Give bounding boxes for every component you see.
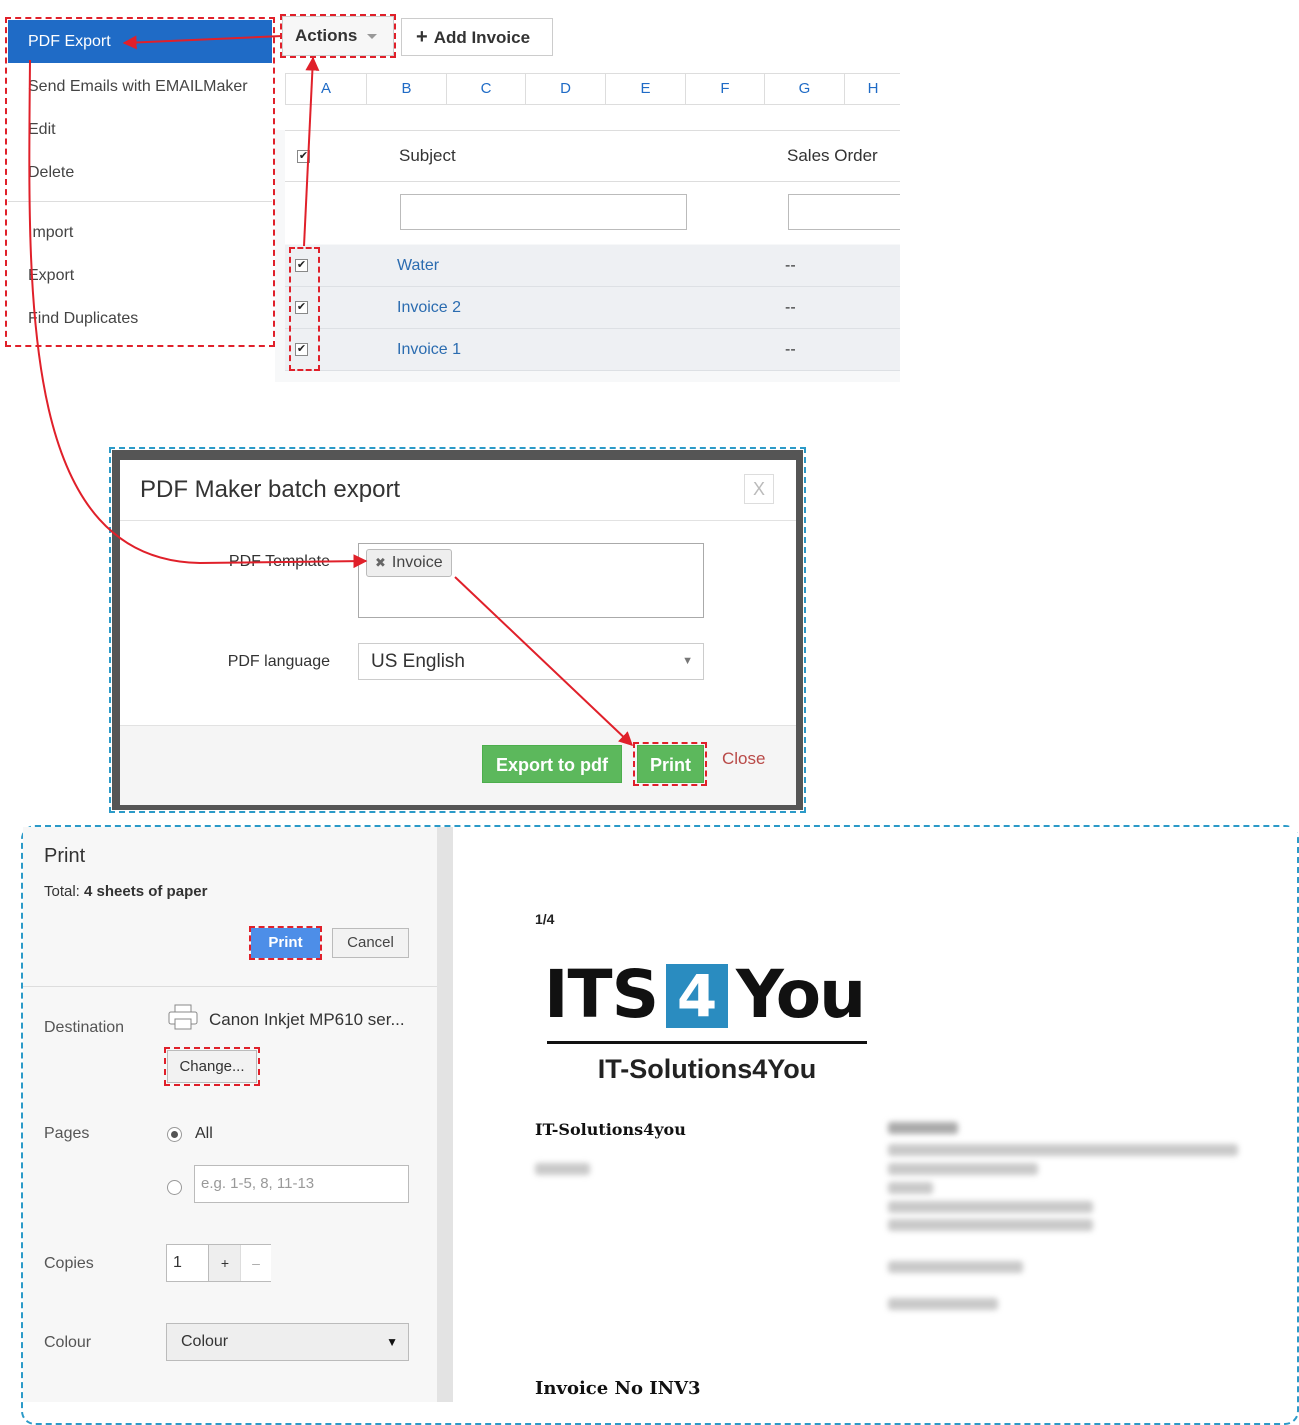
column-letter-e[interactable]: E xyxy=(606,74,686,104)
add-invoice-button[interactable]: + Add Invoice xyxy=(401,18,553,56)
pdf-language-label: PDF language xyxy=(227,653,330,670)
its4you-logo: ITS 4 You xyxy=(544,956,874,1036)
table-row[interactable]: ✔ Invoice 2 -- xyxy=(285,287,900,329)
pdf-language-select[interactable]: US English ▼ xyxy=(358,643,704,680)
copies-value[interactable]: 1 xyxy=(173,1254,182,1272)
remove-tag-icon[interactable]: ✖ xyxy=(375,555,386,570)
plus-icon: + xyxy=(416,26,428,48)
blurred-text xyxy=(888,1201,1093,1213)
copies-increment-button[interactable]: + xyxy=(208,1245,241,1281)
destination-label: Destination xyxy=(44,1019,125,1036)
row-subject-link[interactable]: Invoice 2 xyxy=(397,299,461,317)
printer-icon xyxy=(167,1003,199,1036)
logo-four: 4 xyxy=(666,964,728,1028)
add-invoice-label: Add Invoice xyxy=(433,28,531,47)
column-letter-d[interactable]: D xyxy=(526,74,606,104)
row-subject-link[interactable]: Water xyxy=(397,257,439,275)
pdf-language-value: US English xyxy=(371,651,465,672)
panel-divider[interactable] xyxy=(437,827,453,1402)
blurred-text xyxy=(888,1261,1023,1273)
column-letter-g[interactable]: G xyxy=(765,74,845,104)
pages-label: Pages xyxy=(44,1125,90,1142)
modal-close-link[interactable]: Close xyxy=(722,749,765,769)
blurred-text xyxy=(888,1163,1038,1175)
row-sales-order: -- xyxy=(785,257,796,274)
colour-label: Colour xyxy=(44,1334,92,1351)
subject-filter-input[interactable] xyxy=(400,194,687,230)
blurred-text xyxy=(888,1219,1093,1231)
invoice-title: Invoice No INV3 xyxy=(535,1378,701,1399)
column-letters-bar: A B C D E F G H xyxy=(285,73,900,105)
row-sales-order: -- xyxy=(785,299,796,316)
print-settings-panel xyxy=(23,827,437,1402)
row-sales-order: -- xyxy=(785,341,796,358)
template-tag-label: Invoice xyxy=(391,554,443,571)
export-to-pdf-button[interactable]: Export to pdf xyxy=(482,745,622,783)
logo-subtitle: IT-Solutions4You xyxy=(597,1054,817,1084)
column-letter-h[interactable]: H xyxy=(845,74,901,104)
print-highlight-box xyxy=(633,742,707,786)
column-letter-a[interactable]: A xyxy=(286,74,367,104)
copies-decrement-button[interactable]: – xyxy=(240,1245,271,1281)
blurred-text xyxy=(888,1182,933,1194)
pages-all-radio[interactable] xyxy=(167,1127,182,1142)
row-subject-link[interactable]: Invoice 1 xyxy=(397,341,461,359)
page-counter: 1/4 xyxy=(535,911,555,927)
menu-highlight-box xyxy=(5,17,275,347)
pages-custom-radio[interactable] xyxy=(167,1180,182,1195)
caret-down-icon: ▼ xyxy=(386,1335,398,1349)
checkbox-highlight-box xyxy=(289,247,320,371)
logo-underline xyxy=(547,1041,867,1044)
colour-select[interactable]: Colour ▼ xyxy=(166,1323,409,1361)
select-all-checkbox[interactable]: ✔ xyxy=(297,150,310,163)
sales-order-filter-input[interactable] xyxy=(788,194,900,230)
total-label: Total: xyxy=(44,883,80,900)
print-title: Print xyxy=(44,845,86,867)
colour-value: Colour xyxy=(181,1333,229,1350)
logo-you: You xyxy=(736,956,866,1033)
grid-header-row: ✔ Subject Sales Order xyxy=(285,130,900,182)
close-icon[interactable]: X xyxy=(744,474,774,504)
column-letter-c[interactable]: C xyxy=(447,74,526,104)
column-letter-b[interactable]: B xyxy=(367,74,447,104)
print-button-highlight xyxy=(249,926,322,960)
cancel-button[interactable]: Cancel xyxy=(332,928,409,958)
copies-label: Copies xyxy=(44,1255,94,1272)
change-highlight-box xyxy=(164,1047,260,1086)
modal-header-divider xyxy=(120,520,796,521)
grid-filter-row xyxy=(285,182,900,244)
header-sales-order[interactable]: Sales Order xyxy=(787,146,878,166)
logo-its: ITS xyxy=(544,956,659,1033)
blurred-text xyxy=(535,1163,590,1175)
blurred-text xyxy=(888,1122,958,1134)
print-settings-divider xyxy=(23,986,437,987)
blurred-text xyxy=(888,1144,1238,1156)
template-tag[interactable]: ✖ Invoice xyxy=(366,549,452,577)
chevron-down-icon: ▼ xyxy=(682,655,693,667)
table-row[interactable]: ✔ Water -- xyxy=(285,245,900,287)
pdf-template-label: PDF Template xyxy=(228,553,330,570)
pages-range-input[interactable]: e.g. 1-5, 8, 11-13 xyxy=(194,1165,409,1203)
pages-all-label: All xyxy=(195,1125,213,1142)
print-total: Total: 4 sheets of paper xyxy=(44,883,207,900)
header-subject[interactable]: Subject xyxy=(399,146,456,166)
company-name: IT-Solutions4you xyxy=(535,1120,686,1139)
copies-stepper: 1 + – xyxy=(166,1244,271,1282)
total-value: 4 sheets of paper xyxy=(84,883,208,900)
table-row[interactable]: ✔ Invoice 1 -- xyxy=(285,329,900,371)
actions-highlight-box xyxy=(280,14,396,58)
destination-value: Canon Inkjet MP610 ser... xyxy=(209,1010,405,1029)
print-preview-page xyxy=(453,827,1297,1402)
column-letter-f[interactable]: F xyxy=(686,74,765,104)
modal-title: PDF Maker batch export xyxy=(140,476,401,503)
blurred-text xyxy=(888,1298,998,1310)
